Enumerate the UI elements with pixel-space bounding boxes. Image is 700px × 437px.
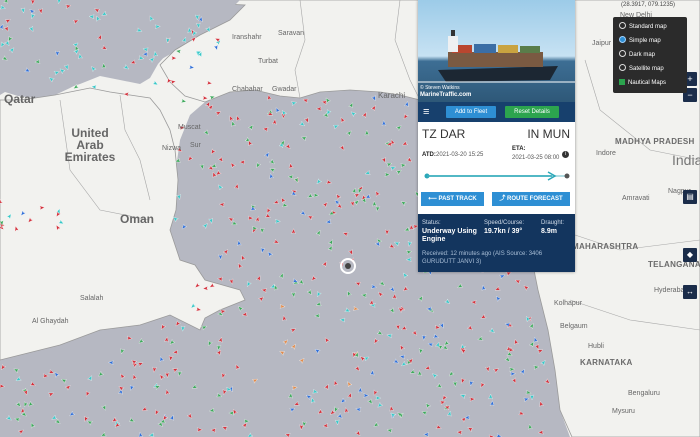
label-indore: Indore [596,150,616,157]
vessel-info-panel: © Steven Watkins MarineTraffic.com ≡ Add… [418,0,575,272]
past-track-label: PAST TRACK [438,196,477,202]
ruler-icon[interactable]: ↔ [683,285,697,299]
speed-course-value: 19.7kn / 39° [484,228,523,235]
label-amravati: Amravati [622,195,650,202]
past-track-button[interactable]: ⟵ PAST TRACK [421,192,484,206]
route-forecast-label: ROUTE FORECAST [507,196,563,202]
layers-icon[interactable]: ▤ [683,190,697,204]
eta-value: 2021-03-25 08:00 [512,155,560,161]
atd-label: ATD: [422,152,436,158]
label-saravan: Saravan [278,30,305,37]
label-alghaydah: Al Ghaydah [32,318,69,325]
layer-label: Satellite map [629,66,664,72]
label-chabahar: Chabahar [232,86,263,93]
layer-option-nautical[interactable]: Nautical Maps [619,78,666,89]
label-belgaum: Belgaum [560,323,588,330]
label-turbat: Turbat [258,58,278,65]
route-ports: TZ DAR IN MUN [422,127,572,143]
vessel-status-block: Status: Underway Using Engine Speed/Cour… [418,214,575,272]
label-hubli: Hubli [588,343,604,350]
map-canvas[interactable] [0,0,700,437]
draught-value: 8.9m [541,228,557,235]
label-gwadar: Gwadar [272,86,297,93]
vessel-photo[interactable]: © Steven Watkins MarineTraffic.com [418,0,575,102]
radio-icon [619,50,626,57]
destination-dot [564,173,570,179]
status-label: Status: [422,220,441,226]
voyage-progress [424,171,570,181]
layer-label: Nautical Maps [628,80,667,86]
label-india: India [672,152,700,168]
radio-icon [619,64,626,71]
draught-label: Draught: [541,220,565,226]
status-value: Underway Using Engine [422,228,477,243]
photo-credit: © Steven Watkins [420,85,460,91]
label-nizwa: Nizwa [162,145,182,152]
coordinates-readout: (28.3917, 079.1235) [621,2,676,8]
reset-details-button[interactable]: Reset Details [505,106,559,118]
label-sur: Sur [190,142,201,149]
photo-watermark: MarineTraffic.com [420,92,472,98]
map-layers-panel: Standard map Simple map Dark map Satelli… [613,17,687,93]
eta-label: ETA: [512,146,526,152]
radio-selected-icon [619,36,626,43]
radio-icon [619,22,626,29]
past-track-icon: ⟵ [428,196,439,202]
layer-option-satellite[interactable]: Satellite map [619,64,664,75]
add-to-fleet-button[interactable]: Add to Fleet [446,106,496,118]
label-mysuru: Mysuru [612,408,635,415]
speed-course-label: Speed/Course: [484,220,525,226]
departure-port[interactable]: TZ DAR [422,127,465,141]
label-jaipur: Jaipur [592,40,612,47]
layer-label: Dark map [629,52,656,58]
route-forecast-icon: ⤴ [499,196,507,202]
label-oman: Oman [120,212,155,226]
filter-icon[interactable]: ◆ [683,248,697,262]
layer-label: Simple map [629,38,661,44]
label-uae: United Arab Emirates [64,126,116,164]
info-icon[interactable]: i [562,151,569,158]
label-iranshahr: Iranshahr [232,34,262,41]
label-salalah: Salalah [80,295,104,302]
arrival-port[interactable]: IN MUN [527,127,570,141]
label-maharashtra: MAHARASHTRA [572,242,639,251]
menu-icon[interactable]: ≡ [423,106,433,118]
label-kolhapur: Kolhapur [554,300,583,307]
checkbox-icon [619,79,625,85]
label-karnataka: KARNATAKA [580,358,633,367]
vessel-toolbar: ≡ Add to Fleet Reset Details [418,102,575,122]
layer-option-simple[interactable]: Simple map [619,36,661,47]
layer-label: Standard map [629,24,667,30]
label-qatar: Qatar [4,92,36,106]
label-bengaluru: Bengaluru [628,390,660,397]
label-karachi: Karachi [378,91,406,100]
layer-option-dark[interactable]: Dark map [619,50,655,61]
received-info: Received: 12 minutes ago (AIS Source: 34… [422,251,543,265]
atd-value: 2021-03-20 15:25 [436,152,484,158]
label-madhya-pradesh: MADHYA PRADESH [615,137,695,146]
layer-option-standard[interactable]: Standard map [619,22,667,33]
route-forecast-button[interactable]: ⤴ ROUTE FORECAST [492,192,570,206]
label-muscat: Muscat [178,124,201,131]
